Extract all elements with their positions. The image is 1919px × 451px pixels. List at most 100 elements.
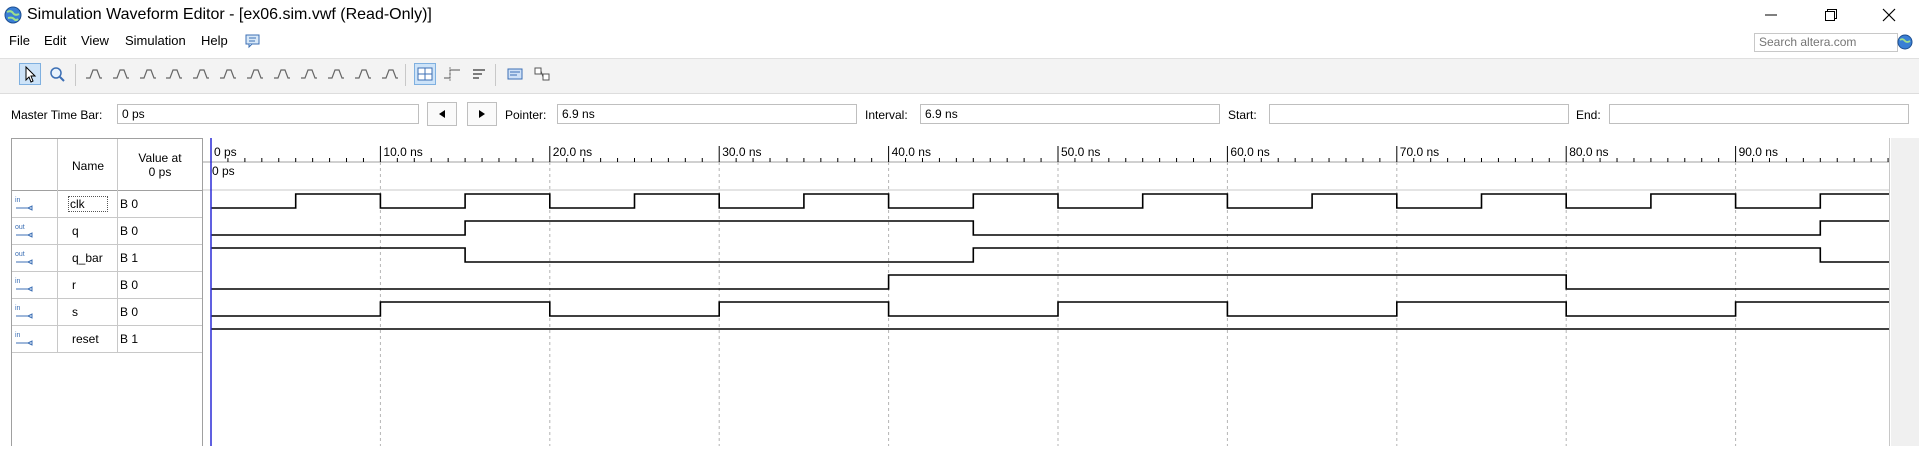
signal-row[interactable]: in r B 0 [12, 272, 202, 299]
waveform-q_bar [211, 247, 1889, 263]
menu-view[interactable]: View [81, 33, 109, 49]
start-label: Start: [1228, 108, 1257, 122]
force-weak-low-icon[interactable] [191, 64, 211, 84]
random-values-icon[interactable] [326, 64, 346, 84]
snap-to-grid-icon[interactable] [414, 63, 436, 85]
svg-text:out: out [15, 251, 25, 258]
end-label: End: [1576, 108, 1601, 122]
signal-value: B 1 [120, 332, 139, 346]
restore-icon [1825, 9, 1837, 21]
vertical-scrollbar[interactable] [1891, 138, 1919, 446]
force-high-icon[interactable] [138, 64, 158, 84]
count-value-icon[interactable] [272, 64, 292, 84]
value-column-time: 0 ps [148, 165, 172, 179]
window-title: Simulation Waveform Editor - [ex06.sim.v… [27, 6, 432, 23]
clock-value-icon[interactable] [380, 64, 400, 84]
svg-text:in: in [15, 278, 21, 285]
end-field[interactable] [1609, 104, 1909, 124]
time-tick-label: 70.0 ns [1400, 145, 1439, 159]
signal-name[interactable]: s [60, 305, 78, 319]
toolbar-separator [405, 64, 406, 86]
signal-row[interactable]: out q B 0 [12, 218, 202, 245]
time-tick-label: 90.0 ns [1739, 145, 1778, 159]
waveform-q [211, 220, 1889, 236]
signal-value: B 1 [120, 251, 139, 265]
close-button[interactable] [1859, 0, 1919, 30]
signal-value: B 0 [120, 197, 139, 211]
time-tick-label: 20.0 ns [553, 145, 592, 159]
menu-file[interactable]: File [9, 33, 30, 49]
input-pin-icon: in [14, 276, 36, 294]
start-field[interactable] [1269, 104, 1569, 124]
app-globe-icon [4, 6, 22, 24]
waveform-clk [211, 193, 1889, 209]
master-time-bar-label: Master Time Bar: [11, 108, 103, 122]
menu-bar [0, 30, 1919, 54]
signal-name[interactable]: reset [60, 332, 99, 346]
input-pin-icon: in [14, 330, 36, 348]
signal-list-panel: Name Value at 0 ps in clk B 0 out q B 0 out q_b… [11, 138, 202, 446]
signal-name[interactable]: clk [68, 196, 108, 212]
force-dont-care-icon[interactable] [299, 64, 319, 84]
svg-text:in: in [15, 332, 21, 339]
triangle-left-icon [439, 110, 445, 118]
waveform-canvas[interactable]: 0 ps 10.0 ns 20.0 ns 30.0 ns 40.0 ns 50.0 ns 6… [203, 138, 1919, 446]
time-tick-label: 40.0 ns [892, 145, 931, 159]
signal-row[interactable]: in reset B 1 [12, 326, 202, 353]
master-time-bar-field[interactable]: 0 ps [117, 104, 419, 124]
force-weak-high-icon[interactable] [218, 64, 238, 84]
signal-name[interactable]: r [60, 278, 76, 292]
time-tick-label: 80.0 ns [1569, 145, 1608, 159]
signal-row[interactable]: in s B 0 [12, 299, 202, 326]
pointer-label: Pointer: [505, 108, 547, 122]
interval-field: 6.9 ns [920, 104, 1220, 124]
signal-name[interactable]: q_bar [60, 251, 103, 265]
time-tick-label: 30.0 ns [722, 145, 761, 159]
minimize-icon [1765, 14, 1777, 16]
ungroup-icon[interactable] [532, 64, 552, 84]
signal-row[interactable]: out q_bar B 1 [12, 245, 202, 272]
force-high-impedance-icon[interactable] [164, 64, 184, 84]
restore-button[interactable] [1801, 0, 1861, 30]
waveform-s [211, 301, 1889, 317]
name-column-header[interactable]: Name [60, 159, 116, 173]
pointer-tool-icon[interactable] [19, 63, 41, 85]
input-pin-icon: in [14, 195, 36, 213]
svg-text:out: out [15, 224, 25, 231]
invert-icon[interactable] [245, 64, 265, 84]
interval-label: Interval: [865, 108, 908, 122]
prev-transition-button[interactable] [427, 102, 457, 126]
signal-name[interactable]: q [60, 224, 79, 238]
feedback-icon[interactable] [244, 33, 262, 49]
web-globe-icon[interactable] [1897, 34, 1913, 50]
force-low-icon[interactable] [111, 64, 131, 84]
pointer-field: 6.9 ns [557, 104, 857, 124]
menu-edit[interactable]: Edit [44, 33, 66, 49]
sort-icon[interactable] [469, 64, 489, 84]
menu-simulation[interactable]: Simulation [125, 33, 186, 49]
toolbar-separator [75, 64, 76, 86]
triangle-right-icon [479, 110, 485, 118]
force-unknown-icon[interactable] [84, 64, 104, 84]
close-icon [1882, 8, 1896, 22]
signal-value: B 0 [120, 224, 139, 238]
signal-value: B 0 [120, 278, 139, 292]
menu-help[interactable]: Help [201, 33, 228, 49]
next-transition-button[interactable] [467, 102, 497, 126]
time-tick-label: 60.0 ns [1230, 145, 1269, 159]
signal-list-header: Name Value at 0 ps [12, 139, 202, 191]
value-column-header[interactable]: Value at [118, 151, 202, 165]
waveform-panel[interactable]: 0 ps 10.0 ns 20.0 ns 30.0 ns 40.0 ns 50.0 ns 6… [202, 138, 1919, 446]
signal-value: B 0 [120, 305, 139, 319]
arbitrary-value-icon[interactable] [353, 64, 373, 84]
toolbar-separator [495, 64, 496, 86]
svg-text:in: in [15, 305, 21, 312]
output-pin-icon: out [14, 249, 36, 267]
signal-row[interactable]: in clk B 0 [12, 191, 202, 218]
search-input[interactable] [1754, 33, 1898, 52]
zoom-tool-icon[interactable] [47, 64, 67, 84]
snap-to-transition-icon[interactable] [442, 64, 462, 84]
waveform-r [211, 274, 1889, 290]
group-icon[interactable] [505, 64, 525, 84]
minimize-button[interactable] [1741, 0, 1801, 30]
